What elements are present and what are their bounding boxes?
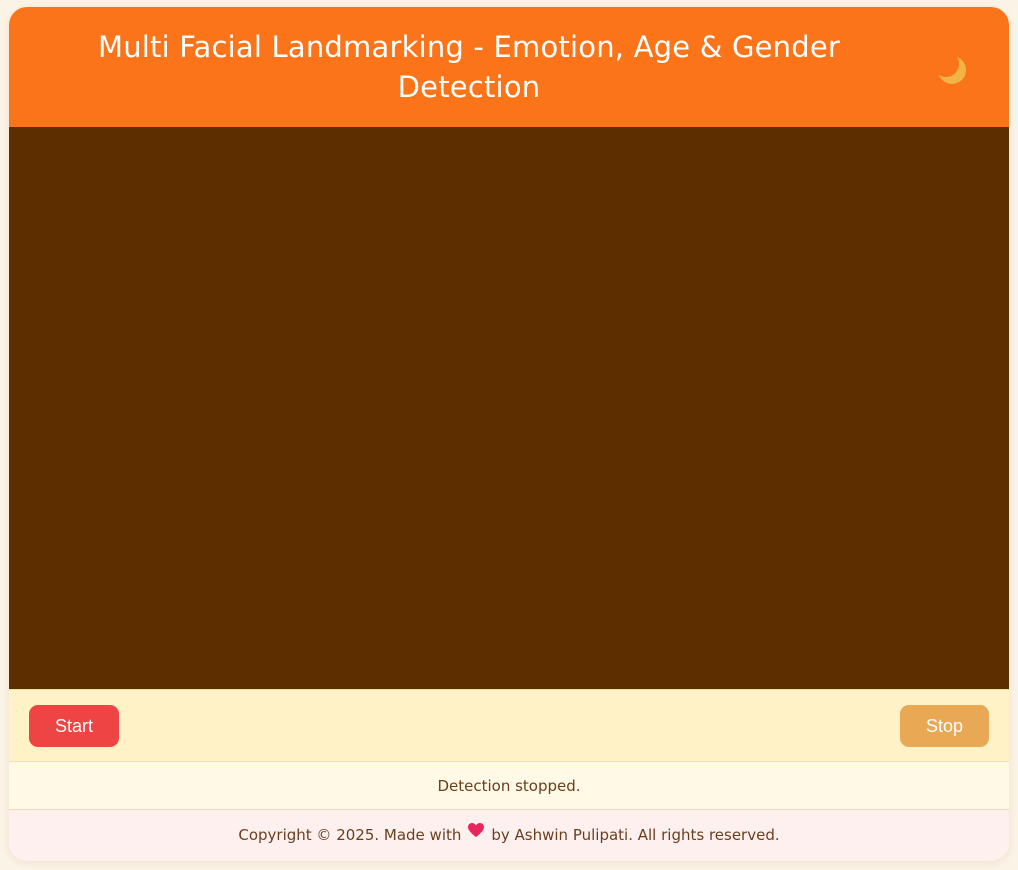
footer-text-after: by Ashwin Pulipati. All rights reserved. bbox=[491, 826, 780, 844]
header: Multi Facial Landmarking - Emotion, Age … bbox=[9, 7, 1009, 127]
heart-icon bbox=[467, 808, 485, 859]
footer-text-before: Copyright © 2025. Made with bbox=[238, 826, 462, 844]
theme-toggle-button[interactable] bbox=[935, 53, 969, 87]
video-display bbox=[9, 127, 1009, 689]
app-card: Multi Facial Landmarking - Emotion, Age … bbox=[9, 7, 1009, 861]
start-button[interactable]: Start bbox=[29, 705, 119, 747]
controls-bar: Start Stop bbox=[9, 689, 1009, 762]
page-title: Multi Facial Landmarking - Emotion, Age … bbox=[97, 30, 841, 104]
status-message: Detection stopped. bbox=[9, 762, 1009, 810]
crescent-moon-icon bbox=[938, 56, 966, 84]
stop-button[interactable]: Stop bbox=[900, 705, 989, 747]
footer: Copyright © 2025. Made with by Ashwin Pul… bbox=[9, 810, 1009, 861]
